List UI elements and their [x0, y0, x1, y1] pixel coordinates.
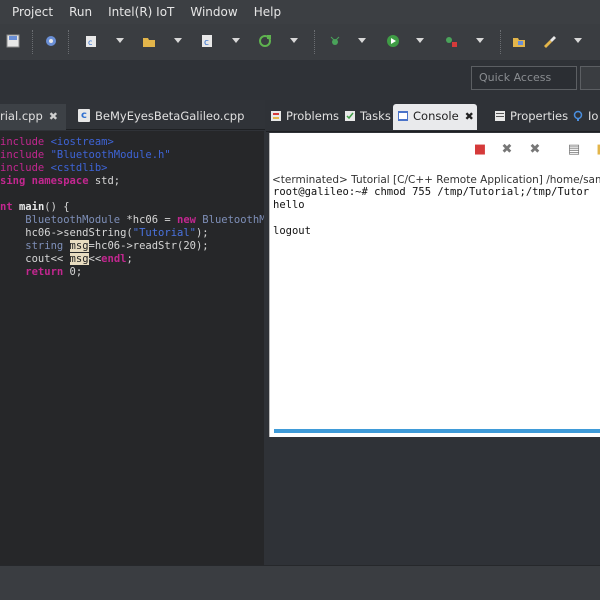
- console-toolbar: ■ ✖ ✖ ▤ ▮: [270, 133, 600, 167]
- quick-access-input[interactable]: Quick Access: [471, 66, 577, 90]
- svg-text:c: c: [204, 38, 209, 48]
- tab-problems[interactable]: Problems: [270, 104, 339, 130]
- chevron-down-icon[interactable]: [232, 38, 240, 43]
- code-line: BluetoothModule *hc06 = new BluetoothMod: [0, 214, 264, 226]
- code-line: include <iostream>: [0, 136, 114, 148]
- code-line: string msg=hc06->readStr(20);: [0, 240, 209, 252]
- editor-tab-label: rial.cpp: [0, 109, 43, 123]
- chevron-down-icon[interactable]: [574, 38, 582, 43]
- toolbar-separator: [32, 30, 34, 54]
- editor-tab-tutorial[interactable]: rial.cpp ✖: [0, 104, 66, 130]
- tasks-icon: [345, 111, 355, 121]
- close-icon[interactable]: ✖: [49, 105, 58, 129]
- console-horizontal-scrollbar[interactable]: [274, 429, 600, 433]
- menu-window[interactable]: Window: [182, 0, 245, 24]
- console-status-line: <terminated> Tutorial [C/C++ Remote Appl…: [272, 174, 600, 186]
- tab-iot[interactable]: Io: [572, 104, 598, 130]
- lightbulb-icon: [573, 110, 583, 121]
- quick-access-row: Quick Access: [0, 60, 600, 98]
- perspective-switcher[interactable]: [580, 66, 600, 90]
- console-view[interactable]: ■ ✖ ✖ ▤ ▮ <terminated> Tutorial [C/C++ R…: [269, 133, 600, 437]
- code-line: include <cstdlib>: [0, 162, 108, 174]
- menu-intel-iot[interactable]: Intel(R) IoT: [100, 0, 182, 24]
- code-line: hc06->sendString("Tutorial");: [0, 227, 209, 239]
- refresh-icon[interactable]: [256, 32, 274, 50]
- menu-project[interactable]: Project: [4, 0, 61, 24]
- editor-tab-bemyeyes[interactable]: BeMyEyesBetaGalileo.cpp: [70, 104, 265, 130]
- chevron-down-icon[interactable]: [116, 38, 124, 43]
- console-output-line: hello: [273, 199, 305, 211]
- chevron-down-icon[interactable]: [290, 38, 298, 43]
- code-line: return 0;: [0, 266, 83, 278]
- chevron-down-icon[interactable]: [416, 38, 424, 43]
- highlighted-occurrence: msg: [69, 240, 89, 252]
- code-editor[interactable]: include <iostream> include "BluetoothMod…: [0, 131, 264, 565]
- problems-icon: [271, 111, 281, 121]
- toolbar-separator: [68, 30, 70, 54]
- toolbar-separator: [314, 30, 316, 54]
- debug-icon[interactable]: [42, 32, 60, 50]
- chevron-down-icon[interactable]: [358, 38, 366, 43]
- ide-window: Project Run Intel(R) IoT Window Help c c: [0, 0, 600, 600]
- save-all-icon[interactable]: [4, 32, 22, 50]
- open-type-icon[interactable]: [510, 32, 528, 50]
- remove-all-terminated-icon[interactable]: ✖: [528, 143, 542, 157]
- new-class-icon[interactable]: c: [198, 32, 216, 50]
- highlighted-occurrence: msg: [69, 253, 89, 265]
- console-output-line: logout: [273, 225, 311, 237]
- tab-properties[interactable]: Properties: [494, 104, 568, 130]
- tab-console[interactable]: Console ✖: [393, 104, 477, 130]
- remove-launch-icon[interactable]: ✖: [500, 143, 514, 157]
- panel-tab-bar: Problems Tasks Console ✖ Properties Io: [266, 100, 600, 132]
- debug-run-icon[interactable]: [326, 32, 344, 50]
- code-line: cout<< msg<<endl;: [0, 253, 133, 265]
- close-icon[interactable]: ✖: [465, 105, 474, 129]
- console-output-line: root@galileo:~# chmod 755 /tmp/Tutorial;…: [273, 186, 590, 198]
- chevron-down-icon[interactable]: [174, 38, 182, 43]
- status-bar: [0, 565, 600, 600]
- pin-console-icon[interactable]: ▮: [593, 143, 600, 157]
- terminate-icon[interactable]: ■: [473, 143, 487, 157]
- code-line: sing namespace std;: [0, 175, 121, 187]
- cpp-file-icon: [78, 104, 90, 128]
- svg-text:c: c: [88, 38, 92, 47]
- chevron-down-icon[interactable]: [476, 38, 484, 43]
- brush-icon[interactable]: [540, 32, 558, 50]
- menu-bar: Project Run Intel(R) IoT Window Help: [0, 0, 600, 24]
- toolbar-separator: [500, 30, 502, 54]
- open-folder-icon[interactable]: [140, 32, 158, 50]
- clear-console-icon[interactable]: ▤: [567, 143, 581, 157]
- code-line: include "BluetoothModule.h": [0, 149, 171, 161]
- new-cpp-project-icon[interactable]: c: [82, 32, 100, 50]
- menu-run[interactable]: Run: [61, 0, 100, 24]
- editor-tab-label: BeMyEyesBetaGalileo.cpp: [95, 109, 245, 123]
- menu-help[interactable]: Help: [246, 0, 289, 24]
- code-line: nt main() {: [0, 201, 70, 213]
- properties-icon: [495, 111, 505, 121]
- main-toolbar: c c: [0, 24, 600, 60]
- tab-tasks[interactable]: Tasks: [344, 104, 391, 130]
- run-icon[interactable]: [384, 32, 402, 50]
- console-icon: [398, 111, 408, 121]
- editor-tab-bar: rial.cpp ✖ BeMyEyesBetaGalileo.cpp: [0, 100, 265, 130]
- external-tools-icon[interactable]: [442, 32, 460, 50]
